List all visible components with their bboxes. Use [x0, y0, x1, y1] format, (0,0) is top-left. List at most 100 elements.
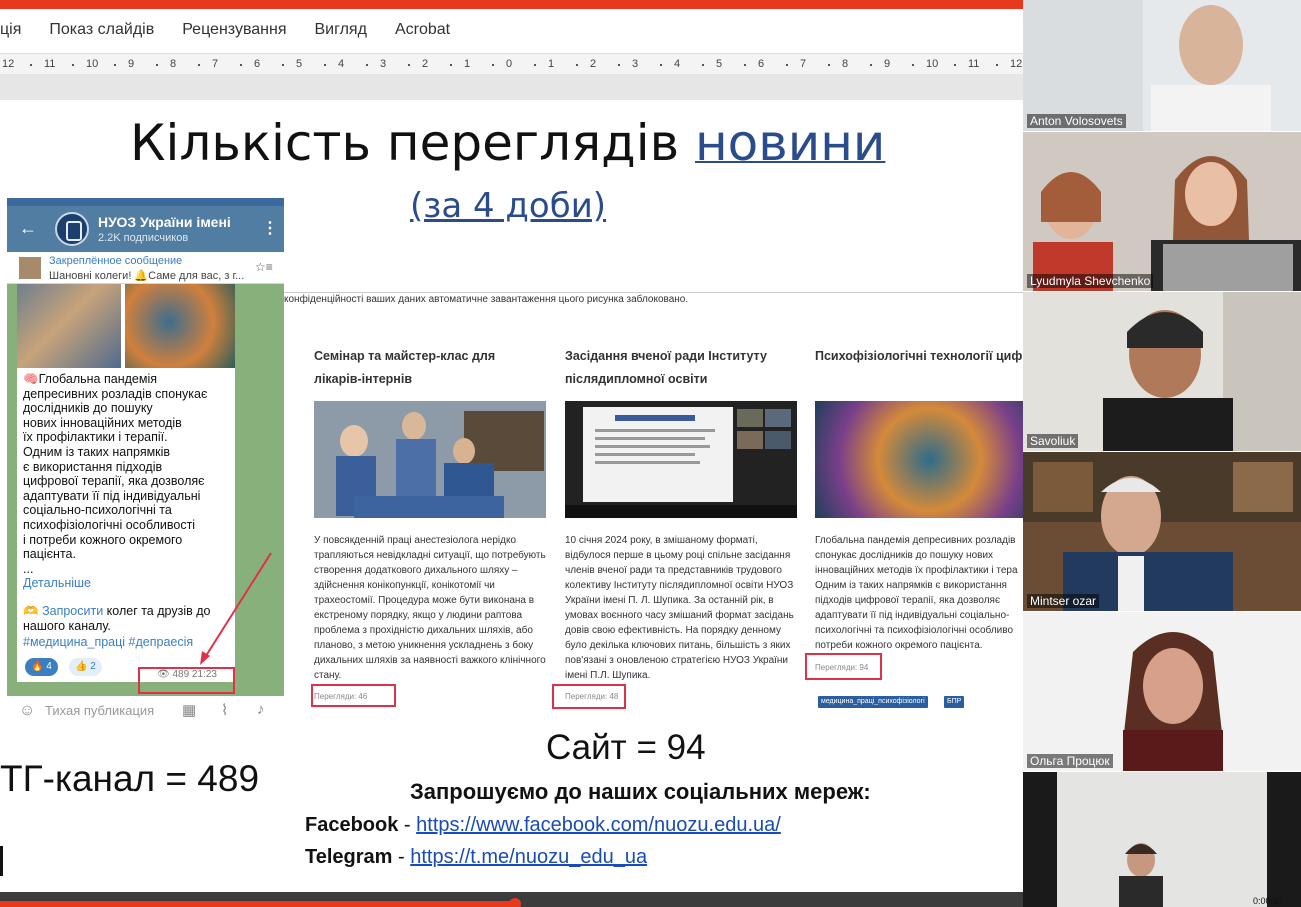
ruler-tick-mark	[576, 64, 578, 66]
ruler-tick-label: 1	[548, 58, 555, 70]
telegram-label: Telegram	[305, 846, 393, 868]
ruler-tick-label: 0	[506, 58, 513, 70]
phone-status-bar	[7, 198, 284, 206]
ruler-tick-label: 5	[296, 58, 303, 70]
pinned-thumbnail	[19, 257, 41, 279]
video-tile-1[interactable]: Anton Volosovets	[1023, 0, 1301, 131]
video-tile-5[interactable]: Ольга Процюк	[1023, 612, 1301, 771]
ruler-tick-mark	[450, 64, 452, 66]
slide-title: Кількість переглядів новини	[130, 114, 885, 172]
channel-subscribers: 2.2K подписчиков	[98, 232, 189, 244]
horizontal-ruler: 12 11 10 9 8 7 6 5 4 3 2 1 0 1 2 3 4 5 6 7 8 9 10 11 12	[0, 53, 1023, 75]
facebook-link[interactable]: https://www.facebook.com/nuozu.edu.ua/	[416, 814, 781, 836]
ruler-tick-mark	[198, 64, 200, 66]
pointer-arrow-icon	[200, 552, 272, 665]
participant-name: Savoliuk	[1027, 434, 1079, 448]
back-arrow-icon: ←	[19, 218, 37, 238]
social-invite-heading: Запрошуємо до наших соціальних мереж:	[410, 779, 871, 804]
ruler-tick-mark	[72, 64, 74, 66]
ruler-tick-label: 11	[44, 58, 56, 70]
pinned-text: Шановні колеги! 🔔Саме для вас, з г...	[49, 270, 245, 282]
phone-nav-bar	[7, 726, 284, 744]
ruler-tick-label: 7	[212, 58, 219, 70]
post-text: 🧠Глобальна пандемія депресивних розладів…	[23, 372, 208, 576]
ruler-tick-label: 12	[1010, 58, 1023, 70]
video-tile-2[interactable]: Lyudmyla Shevchenko	[1023, 132, 1301, 291]
ribbon-tab-view[interactable]: Вигляд	[315, 21, 367, 39]
ribbon-tab-review[interactable]: Рецензування	[182, 21, 286, 39]
ribbon-tab-bar: ція Показ слайдів Рецензування Вигляд Ac…	[0, 9, 1023, 51]
channel-avatar	[55, 212, 89, 246]
slide-subtitle[interactable]: (за 4 доби)	[410, 186, 606, 226]
ruler-tick-mark	[492, 64, 494, 66]
participant-video	[1023, 0, 1301, 131]
ruler-tick-label: 3	[632, 58, 639, 70]
site-views-highlight-3	[805, 653, 882, 680]
ruler-tick-mark	[786, 64, 788, 66]
ruler-tick-label: 10	[86, 58, 99, 70]
ruler-tick-label: 12	[2, 58, 15, 70]
ruler-tick-label: 5	[716, 58, 723, 70]
ruler-tick-mark	[534, 64, 536, 66]
participant-name: Lyudmyla Shevchenko	[1027, 274, 1154, 288]
ruler-tick-mark	[366, 64, 368, 66]
news-card-seminar: Семінар та майстер-клас для лікарів-інте…	[314, 345, 546, 701]
playback-bar[interactable]	[0, 892, 1023, 907]
ribbon-tab-partial[interactable]: ція	[0, 21, 21, 39]
ribbon-tab-acrobat[interactable]: Acrobat	[395, 21, 450, 39]
ruler-tick-mark	[618, 64, 620, 66]
card-title: Засідання вченої ради Інституту післядип…	[565, 349, 767, 386]
pinned-title: Закреплённое сообщение	[49, 255, 183, 267]
ruler-tick-label: 3	[380, 58, 387, 70]
news-card-council: Засідання вченої ради Інституту післядип…	[565, 345, 797, 701]
video-tile-6[interactable]	[1023, 772, 1301, 907]
ruler-tick-mark	[282, 64, 284, 66]
post-more-link: Детальніше	[23, 576, 92, 590]
ruler-tick-mark	[660, 64, 662, 66]
card-description: 10 січня 2024 року, в змішаному форматі,…	[565, 535, 794, 681]
ruler-tick-mark	[702, 64, 704, 66]
separator: -	[392, 846, 411, 868]
playback-knob[interactable]	[509, 898, 521, 907]
slide-title-link[interactable]: новини	[695, 114, 885, 172]
video-tile-4[interactable]: Mintser ozar	[1023, 452, 1301, 611]
participant-video	[1023, 452, 1301, 611]
pinned-message-bar: Закреплённое сообщение Шановні колеги! 🔔…	[7, 252, 284, 284]
invite-link: Запросити	[42, 604, 104, 618]
ruler-tick-mark	[912, 64, 914, 66]
ruler-tick-mark	[240, 64, 242, 66]
emoji-icon: ☺	[19, 702, 36, 719]
telegram-row: Telegram - https://t.me/nuozu_edu_ua	[305, 846, 647, 869]
card-image	[314, 401, 546, 518]
attach-icon: ⌇	[221, 702, 229, 719]
video-tile-3[interactable]: Savoliuk	[1023, 292, 1301, 451]
window-top-accent-bar	[0, 0, 1023, 9]
separator: -	[398, 814, 417, 836]
more-vertical-icon: ⋮	[262, 220, 278, 237]
participant-name: Mintser ozar	[1027, 594, 1100, 608]
tag-pill: БПР	[944, 696, 965, 708]
participant-video	[1023, 292, 1301, 451]
card-title: Семінар та майстер-клас для лікарів-інте…	[314, 349, 496, 386]
ruler-tick-mark	[828, 64, 830, 66]
corner-timestamp: 0:00:37	[1253, 896, 1284, 906]
slide-canvas[interactable]: Кількість переглядів новини (за 4 доби) …	[0, 100, 1023, 892]
ruler-tick-label: 9	[128, 58, 135, 70]
playback-progress	[0, 901, 515, 907]
ribbon-tab-slideshow[interactable]: Показ слайдів	[49, 21, 154, 39]
ruler-tick-mark	[744, 64, 746, 66]
tag-pill: медицина_праці_психофізіологі	[818, 696, 928, 708]
post-image-left	[17, 284, 121, 368]
participant-video	[1023, 132, 1301, 291]
card-description: У повсякденній праці анестезіолога нерід…	[314, 535, 546, 681]
ruler-tick-label: 8	[170, 58, 177, 70]
news-card-therapy: Психофізіологічні технології цифрової те…	[815, 345, 1023, 672]
ruler-tick-label: 2	[422, 58, 429, 70]
post-image-right	[125, 284, 235, 368]
telegram-link[interactable]: https://t.me/nuozu_edu_ua	[410, 846, 647, 868]
reaction-fire: 🔥 4	[25, 658, 58, 676]
ruler-tick-mark	[996, 64, 998, 66]
card-image-figures	[314, 401, 546, 518]
ruler-tick-label: 9	[884, 58, 891, 70]
card-image	[815, 401, 1023, 518]
